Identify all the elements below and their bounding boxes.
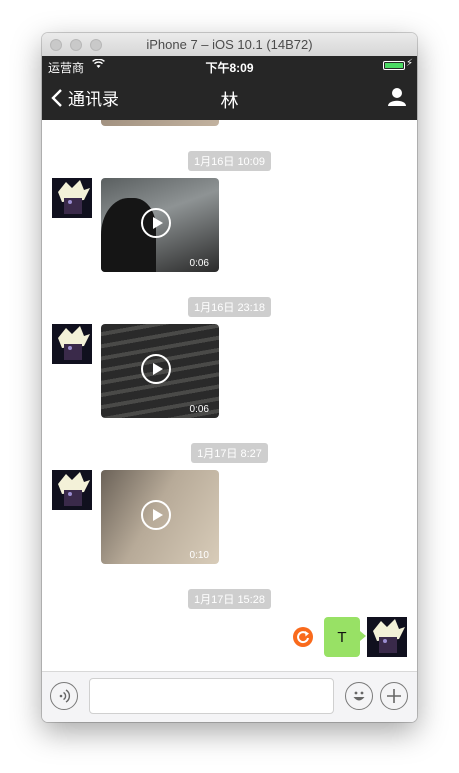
message-list[interactable]: 1月16日 10:09 0:06 1月16日 23:18 0:06 1月17日 … [42, 120, 417, 672]
add-icon [387, 689, 401, 703]
chat-title: 林 [220, 91, 239, 111]
emoji-icon [353, 691, 365, 701]
avatar[interactable] [52, 470, 92, 510]
battery-fill [385, 63, 403, 68]
video-duration: 0:10 [189, 550, 209, 561]
timestamp: 1月16日 10:09 [42, 151, 417, 171]
add-attachment-button[interactable] [380, 682, 408, 710]
status-time: 下午8:09 [205, 61, 254, 75]
my-avatar[interactable] [367, 617, 407, 657]
video-message[interactable]: 0:10 [101, 470, 219, 564]
status-bar: 运营商 下午8:09 ⚡ [42, 56, 417, 76]
navigation-bar: 通讯录 林 [42, 76, 417, 120]
avatar[interactable] [52, 324, 92, 364]
window-titlebar: iPhone 7 – iOS 10.1 (14B72) [42, 33, 417, 57]
timestamp-label: 1月17日 15:28 [188, 589, 271, 609]
simulator-window: iPhone 7 – iOS 10.1 (14B72) 运营商 下午8:09 ⚡… [42, 33, 417, 722]
video-message[interactable]: 0:06 [101, 178, 219, 272]
profile-icon[interactable] [387, 87, 407, 107]
play-icon[interactable] [141, 354, 171, 384]
video-duration: 0:06 [189, 404, 209, 415]
resend-icon[interactable] [293, 627, 313, 647]
input-toolbar [42, 671, 417, 722]
timestamp: 1月17日 15:28 [42, 589, 417, 609]
voice-input-button[interactable] [50, 682, 78, 710]
emoji-button[interactable] [345, 682, 373, 710]
video-message-partial[interactable] [101, 120, 219, 126]
timestamp: 1月16日 23:18 [42, 297, 417, 317]
window-title: iPhone 7 – iOS 10.1 (14B72) [146, 37, 313, 52]
message-text: T [337, 628, 347, 646]
video-message[interactable]: 0:06 [101, 324, 219, 418]
message-input[interactable] [89, 678, 334, 714]
play-icon[interactable] [141, 208, 171, 238]
voice-icon [59, 689, 71, 703]
play-icon[interactable] [141, 500, 171, 530]
timestamp-label: 1月17日 8:27 [191, 443, 268, 463]
timestamp-label: 1月16日 10:09 [188, 151, 271, 171]
timestamp: 1月17日 8:27 [42, 443, 417, 463]
charging-icon: ⚡ [405, 58, 413, 69]
battery-icon [383, 61, 405, 70]
avatar[interactable] [52, 178, 92, 218]
timestamp-label: 1月16日 23:18 [188, 297, 271, 317]
video-duration: 0:06 [189, 258, 209, 269]
outgoing-text-bubble[interactable]: T [324, 617, 366, 657]
